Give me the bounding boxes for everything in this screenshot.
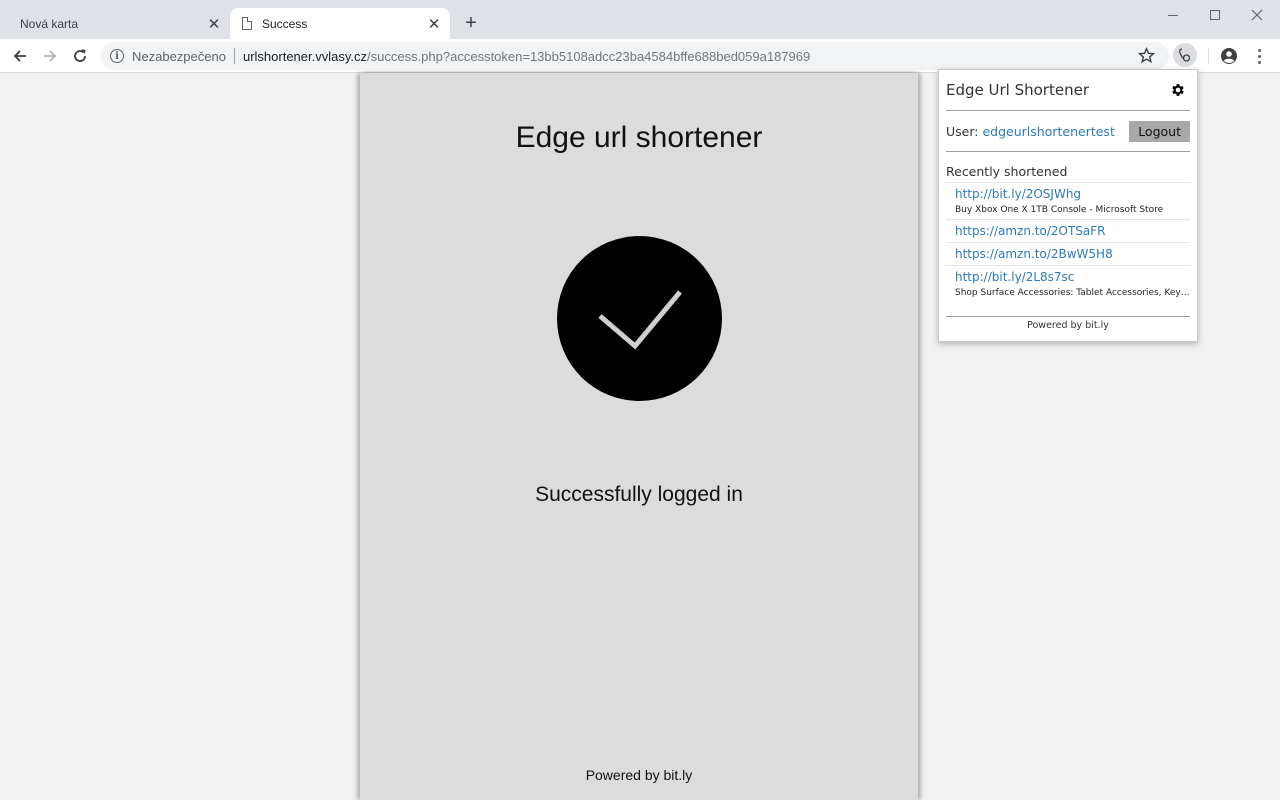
tab-new-tab[interactable]: Nová karta ✕	[8, 8, 230, 39]
list-item[interactable]: http://bit.ly/2OSJWhg Buy Xbox One X 1TB…	[946, 183, 1190, 220]
minimize-button[interactable]	[1152, 0, 1194, 30]
checkmark-icon	[598, 290, 682, 350]
security-label: Nezabezpečeno	[132, 48, 226, 64]
bookmark-button[interactable]	[1137, 47, 1156, 69]
close-icon	[1251, 9, 1263, 21]
short-link[interactable]: https://amzn.to/2OTSaFR	[955, 224, 1190, 238]
tab-title: Nová karta	[20, 16, 79, 31]
page-title: Edge url shortener	[515, 121, 763, 154]
short-link[interactable]: http://bit.ly/2OSJWhg	[955, 187, 1190, 201]
minimize-icon	[1168, 14, 1178, 16]
divider	[233, 48, 235, 64]
list-item[interactable]: https://amzn.to/2BwW5H8	[946, 243, 1190, 266]
account-circle-icon	[1221, 48, 1237, 64]
page-footer: Powered by bit.ly	[585, 767, 693, 783]
popup-header: Edge Url Shortener	[946, 70, 1190, 111]
close-window-button[interactable]	[1236, 0, 1278, 30]
short-link[interactable]: http://bit.ly/2L8s7sc	[955, 270, 1190, 284]
forward-button[interactable]	[38, 44, 62, 68]
toolbar-divider	[1208, 48, 1209, 64]
tab-title: Success	[262, 16, 308, 31]
logout-button[interactable]: Logout	[1129, 120, 1190, 142]
address-bar[interactable]: i Nezabezpečeno urlshortener.vvlasy.cz/s…	[101, 42, 1169, 70]
list-item[interactable]: http://bit.ly/2L8s7sc Shop Surface Acces…	[946, 266, 1190, 302]
url-host: urlshortener.vvlasy.cz	[242, 48, 367, 64]
success-badge	[557, 236, 722, 401]
back-button[interactable]	[8, 44, 32, 68]
maximize-button[interactable]	[1194, 0, 1236, 30]
link-title: Shop Surface Accessories: Tablet Accesso…	[955, 288, 1190, 298]
extension-button[interactable]	[1173, 43, 1197, 67]
success-card: Edge url shortener Successfully logged i…	[360, 73, 918, 800]
new-tab-button[interactable]: +	[460, 12, 482, 34]
reload-icon	[74, 49, 86, 62]
url-path: /success.php?accesstoken=13bb5108adcc23b…	[367, 48, 811, 64]
bitly-extension-icon	[1178, 48, 1191, 62]
browser-toolbar: i Nezabezpečeno urlshortener.vvlasy.cz/s…	[0, 39, 1280, 73]
reload-button[interactable]	[68, 44, 92, 68]
user-label: User:	[946, 123, 979, 139]
close-icon[interactable]: ✕	[424, 14, 444, 34]
popup-footer: Powered by bit.ly	[946, 316, 1190, 331]
more-vert-icon[interactable]	[1253, 47, 1265, 65]
info-icon[interactable]: i	[110, 49, 124, 63]
arrow-left-icon	[13, 50, 26, 62]
gear-icon[interactable]	[1170, 82, 1186, 98]
user-row: User: edgeurlshortenertest Logout	[946, 111, 1190, 152]
recent-heading: Recently shortened	[946, 152, 1190, 183]
maximize-icon	[1210, 10, 1220, 20]
document-icon	[242, 17, 252, 30]
arrow-right-icon	[44, 50, 57, 62]
username-link[interactable]: edgeurlshortenertest	[982, 124, 1129, 139]
list-item[interactable]: https://amzn.to/2OTSaFR	[946, 220, 1190, 243]
link-title: Buy Xbox One X 1TB Console - Microsoft S…	[955, 205, 1164, 215]
profile-button[interactable]	[1220, 47, 1238, 70]
short-link[interactable]: https://amzn.to/2BwW5H8	[955, 247, 1190, 261]
close-icon[interactable]: ✕	[204, 14, 224, 34]
star-icon	[1137, 47, 1156, 64]
browser-titlebar: Nová karta ✕ Success ✕ +	[0, 0, 1280, 39]
extension-popup: Edge Url Shortener User: edgeurlshortene…	[938, 69, 1198, 342]
status-message: Successfully logged in	[535, 483, 743, 506]
popup-title: Edge Url Shortener	[946, 81, 1089, 99]
tab-success[interactable]: Success ✕	[230, 8, 450, 39]
